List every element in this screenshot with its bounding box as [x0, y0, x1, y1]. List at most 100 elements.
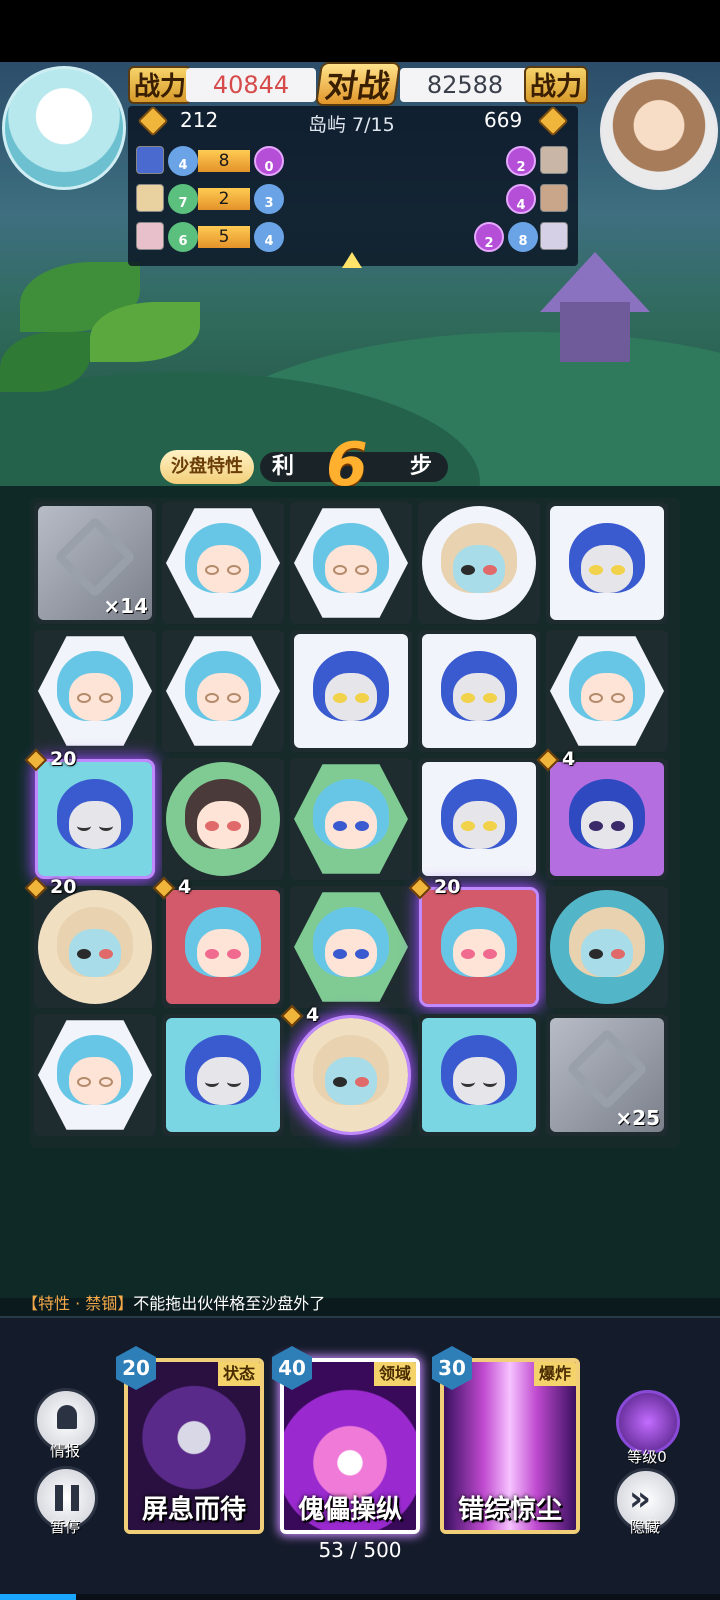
versus-bar: 战力 40844 对战 82588 战力 — [128, 62, 598, 106]
unit-count: 7 — [168, 184, 198, 214]
partner-tile — [166, 890, 280, 1004]
unit-level-bar: 2 — [198, 188, 250, 210]
character-face — [53, 779, 137, 859]
stone-count: ×14 — [103, 594, 148, 618]
partner-tile — [294, 892, 408, 1002]
board-cell[interactable] — [290, 630, 412, 752]
character-face — [181, 907, 265, 987]
board-cell[interactable] — [418, 1014, 540, 1136]
character-face — [437, 523, 521, 603]
power-label-left: 战力 — [128, 66, 192, 104]
character-face — [309, 523, 393, 603]
stone-icon — [53, 515, 137, 599]
board-cell[interactable] — [290, 886, 412, 1008]
card-type: 领域 — [373, 1362, 416, 1386]
info-row: 212 岛屿 7/15 669 — [128, 105, 578, 137]
stone-count: ×25 — [615, 1106, 660, 1130]
board-cell[interactable] — [418, 630, 540, 752]
level-label: 等级0 — [627, 1448, 667, 1466]
energy-progress-fill — [0, 1594, 77, 1600]
unit-icon — [540, 184, 568, 212]
character-face — [181, 1035, 265, 1115]
player-unit-row: 6 5 4 — [136, 222, 296, 254]
unit-count: 6 — [168, 222, 198, 252]
character-face — [437, 651, 521, 731]
feature-hint-text: 不能拖出伙伴格至沙盘外了 — [133, 1294, 326, 1313]
pause-label: 暂停 — [49, 1518, 80, 1536]
opponent-power: 82588 — [400, 68, 530, 102]
board-cell[interactable] — [290, 758, 412, 880]
board-cell[interactable] — [162, 502, 284, 624]
board-cell[interactable] — [418, 502, 540, 624]
character-face — [565, 779, 649, 859]
board-cell[interactable] — [162, 758, 284, 880]
partner-tile — [166, 762, 280, 876]
info-label: 情报 — [49, 1442, 80, 1460]
unit-count: 2 — [474, 222, 504, 252]
level-icon[interactable] — [616, 1390, 680, 1454]
star-badge: 4 — [152, 876, 191, 899]
board-cell[interactable] — [34, 1014, 156, 1136]
star-badge: 20 — [24, 748, 76, 771]
character-face — [565, 651, 649, 731]
card-name: 傀儡操纵 — [297, 1495, 402, 1525]
partner-tile — [166, 1018, 280, 1132]
partner-tile — [422, 762, 536, 876]
opponent-unit-row: 4 — [504, 184, 574, 216]
board-cell[interactable]: 20 — [408, 876, 540, 1008]
house — [560, 302, 630, 362]
steps-remain-label: 利 — [272, 454, 295, 479]
board-cell[interactable] — [418, 758, 540, 880]
player-avatar[interactable] — [2, 66, 126, 190]
character-face — [53, 1035, 137, 1115]
steps-unit: 步 — [410, 454, 433, 479]
unit-icon — [136, 222, 164, 250]
unit-level-bar: 8 — [198, 150, 250, 172]
power-label-right: 战力 — [524, 66, 588, 104]
energy-counter: 53 / 500 — [318, 1538, 402, 1562]
board-cell[interactable]: 20 — [24, 748, 156, 880]
board-cell[interactable]: 4 — [536, 748, 668, 880]
opponent-unit-row: 2 8 — [474, 222, 574, 254]
character-face — [53, 907, 137, 987]
island-progress: 岛屿 7/15 — [308, 114, 395, 136]
character-face — [181, 779, 265, 859]
unit-icon — [136, 184, 164, 212]
board-cell[interactable]: 4 — [152, 876, 284, 1008]
character-face — [565, 523, 649, 603]
board-cell[interactable]: ×25 — [546, 1014, 668, 1136]
board-cell[interactable] — [546, 502, 668, 624]
card-name: 屏息而待 — [141, 1495, 246, 1525]
card-type: 爆炸 — [533, 1362, 576, 1386]
player-unit-row: 4 8 0 — [136, 146, 296, 178]
unit-level-bar: 5 — [198, 226, 250, 248]
feature-hint-tag: 【特性 · 禁锢】 — [22, 1294, 134, 1313]
steps-indicator: 沙盘特性 利 6 步 — [160, 430, 450, 500]
partner-tile — [38, 890, 152, 1004]
gold-icon — [537, 105, 569, 137]
board-cell[interactable] — [546, 886, 668, 1008]
board-cell[interactable]: ×14 — [34, 502, 156, 624]
opponent-gold: 669 — [484, 108, 523, 132]
partner-tile — [294, 634, 408, 748]
partner-tile — [294, 508, 408, 618]
partner-tile — [35, 759, 155, 879]
partner-tile — [550, 890, 664, 1004]
unit-count: 2 — [506, 146, 536, 176]
partner-tile — [166, 636, 280, 746]
partner-tile — [422, 506, 536, 620]
partner-tile — [38, 1020, 152, 1130]
sandbox-feature-button[interactable]: 沙盘特性 — [160, 450, 254, 484]
partner-tile — [38, 636, 152, 746]
board-cell[interactable] — [34, 630, 156, 752]
board-cell[interactable]: 4 — [280, 1004, 412, 1136]
unit-icon — [136, 146, 164, 174]
opponent-avatar[interactable] — [600, 72, 718, 190]
unit-count: 8 — [508, 222, 538, 252]
board-cell[interactable] — [162, 630, 284, 752]
alarm-icon — [57, 1405, 77, 1429]
board-cell[interactable] — [162, 1014, 284, 1136]
board-cell[interactable] — [546, 630, 668, 752]
board-cell[interactable]: 20 — [24, 876, 156, 1008]
board-cell[interactable] — [290, 502, 412, 624]
